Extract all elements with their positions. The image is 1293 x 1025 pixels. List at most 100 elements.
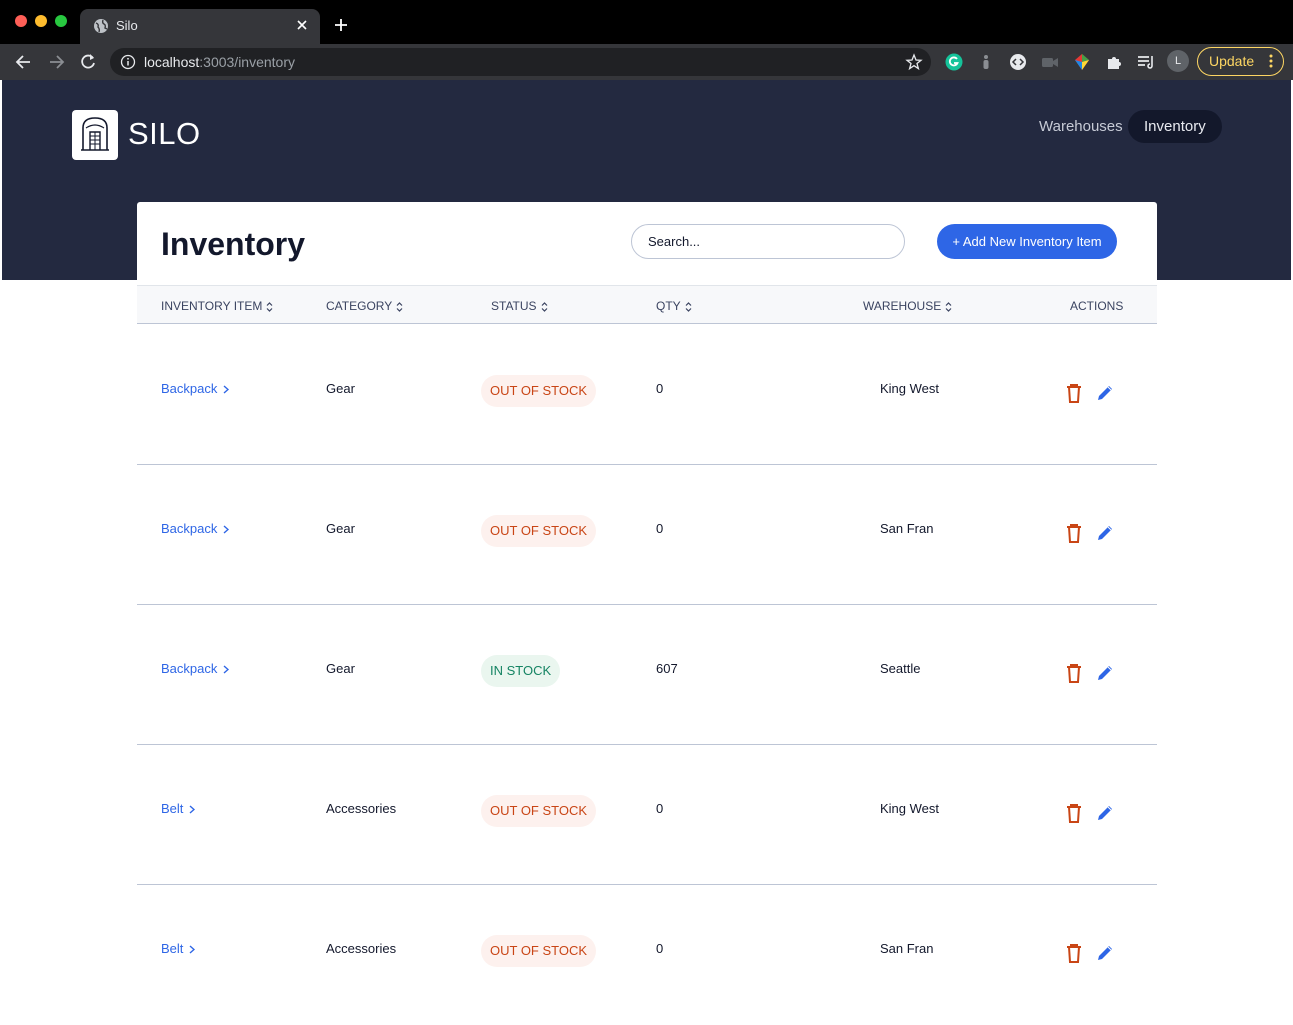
extension-code-icon[interactable]: [1008, 52, 1028, 72]
trash-icon[interactable]: [1064, 382, 1084, 404]
column-header-category[interactable]: CATEGORY: [326, 299, 403, 313]
qty-cell: 0: [656, 801, 664, 816]
category-cell: Gear: [326, 661, 355, 676]
column-label: QTY: [656, 299, 681, 313]
sort-icon[interactable]: [396, 301, 403, 313]
color-picker-icon[interactable]: [1072, 52, 1092, 72]
tab-title: Silo: [116, 18, 138, 33]
pencil-icon[interactable]: [1095, 942, 1115, 964]
pencil-icon[interactable]: [1095, 802, 1115, 824]
close-icon[interactable]: [294, 17, 310, 33]
category-cell: Gear: [326, 521, 355, 536]
pencil-icon[interactable]: [1095, 662, 1115, 684]
extension-figure-icon[interactable]: [976, 52, 996, 72]
reading-list-icon[interactable]: [1136, 52, 1156, 72]
chevron-right-icon: [189, 945, 196, 954]
table-row: Backpack Gear IN STOCK 607 Seattle: [137, 605, 1157, 745]
status-badge: IN STOCK: [481, 655, 561, 687]
new-tab-icon[interactable]: [333, 17, 349, 33]
status-badge: OUT OF STOCK: [481, 375, 597, 407]
item-link[interactable]: Belt: [161, 941, 196, 956]
category-cell: Accessories: [326, 941, 397, 956]
grammarly-icon[interactable]: [944, 52, 964, 72]
item-link[interactable]: Backpack: [161, 381, 230, 396]
sort-icon[interactable]: [266, 301, 273, 313]
address-bar[interactable]: localhost:3003/inventory: [110, 48, 931, 76]
warehouse-cell: Seattle: [880, 661, 921, 676]
qty-cell: 0: [656, 941, 664, 956]
category-cell: Gear: [326, 381, 355, 396]
nav-warehouses[interactable]: Warehouses: [1029, 110, 1133, 143]
globe-icon: [94, 19, 108, 33]
page-title: Inventory: [161, 226, 306, 262]
browser-tab[interactable]: Silo: [80, 9, 320, 44]
window-close-button[interactable]: [15, 15, 27, 27]
column-header-qty[interactable]: QTY: [656, 299, 692, 313]
table-header: INVENTORY ITEM CATEGORY STATUS QTY WAREH…: [137, 285, 1157, 324]
video-camera-icon[interactable]: [1040, 52, 1060, 72]
status-badge: OUT OF STOCK: [481, 515, 597, 547]
column-header-warehouse[interactable]: WAREHOUSE: [863, 299, 952, 313]
table-row: Belt Accessories OUT OF STOCK 0 King Wes…: [137, 745, 1157, 885]
item-link[interactable]: Belt: [161, 801, 196, 816]
trash-icon[interactable]: [1064, 522, 1084, 544]
column-label: WAREHOUSE: [863, 299, 942, 313]
pencil-icon[interactable]: [1095, 522, 1115, 544]
item-name: Backpack: [161, 381, 218, 396]
add-inventory-item-button[interactable]: + Add New Inventory Item: [937, 224, 1117, 259]
reload-icon[interactable]: [78, 52, 98, 72]
qty-cell: 607: [656, 661, 678, 676]
back-icon[interactable]: [14, 52, 34, 72]
profile-avatar[interactable]: L: [1167, 50, 1189, 72]
status-badge: OUT OF STOCK: [481, 935, 597, 967]
column-header-inventory-item[interactable]: INVENTORY ITEM: [161, 299, 273, 313]
chevron-right-icon: [223, 525, 230, 534]
item-link[interactable]: Backpack: [161, 661, 230, 676]
category-cell: Accessories: [326, 801, 397, 816]
item-name: Belt: [161, 941, 184, 956]
url-path: :3003/inventory: [199, 54, 295, 70]
column-label: INVENTORY ITEM: [161, 299, 263, 313]
window-maximize-button[interactable]: [55, 15, 67, 27]
chevron-right-icon: [189, 805, 196, 814]
nav-inventory[interactable]: Inventory: [1128, 110, 1222, 143]
info-icon[interactable]: [120, 54, 136, 70]
item-name: Belt: [161, 801, 184, 816]
warehouse-cell: King West: [880, 801, 940, 816]
trash-icon[interactable]: [1064, 942, 1084, 964]
table-row: Backpack Gear OUT OF STOCK 0 San Fran: [137, 465, 1157, 605]
item-name: Backpack: [161, 661, 218, 676]
column-header-status[interactable]: STATUS: [491, 299, 548, 313]
inventory-card: Inventory + Add New Inventory Item INVEN…: [137, 202, 1157, 1001]
trash-icon[interactable]: [1064, 662, 1084, 684]
table-row: Belt Accessories OUT OF STOCK 0 San Fran: [137, 885, 1157, 1025]
browser-tab-bar: Silo: [0, 0, 1293, 44]
more-vertical-icon: [1269, 54, 1273, 68]
warehouse-cell: San Fran: [880, 521, 934, 536]
sort-icon[interactable]: [685, 301, 692, 313]
forward-icon[interactable]: [46, 52, 66, 72]
warehouse-cell: King West: [880, 381, 940, 396]
silo-logo-icon[interactable]: [72, 110, 118, 160]
bookmark-star-icon[interactable]: [905, 53, 923, 71]
column-label: CATEGORY: [326, 299, 393, 313]
url-text: localhost:3003/inventory: [144, 54, 295, 70]
sort-icon[interactable]: [945, 301, 952, 313]
status-badge: OUT OF STOCK: [481, 795, 597, 827]
update-label: Update: [1209, 53, 1255, 69]
qty-cell: 0: [656, 521, 664, 536]
update-button[interactable]: Update: [1197, 47, 1284, 76]
column-header-actions: ACTIONS: [1070, 299, 1124, 313]
chevron-right-icon: [223, 385, 230, 394]
warehouse-cell: San Fran: [880, 941, 934, 956]
item-link[interactable]: Backpack: [161, 521, 230, 536]
sort-icon[interactable]: [541, 301, 548, 313]
qty-cell: 0: [656, 381, 664, 396]
column-label: STATUS: [491, 299, 537, 313]
window-minimize-button[interactable]: [35, 15, 47, 27]
chevron-right-icon: [223, 665, 230, 674]
search-input[interactable]: [631, 224, 905, 259]
pencil-icon[interactable]: [1095, 382, 1115, 404]
trash-icon[interactable]: [1064, 802, 1084, 824]
extensions-puzzle-icon[interactable]: [1104, 52, 1124, 72]
